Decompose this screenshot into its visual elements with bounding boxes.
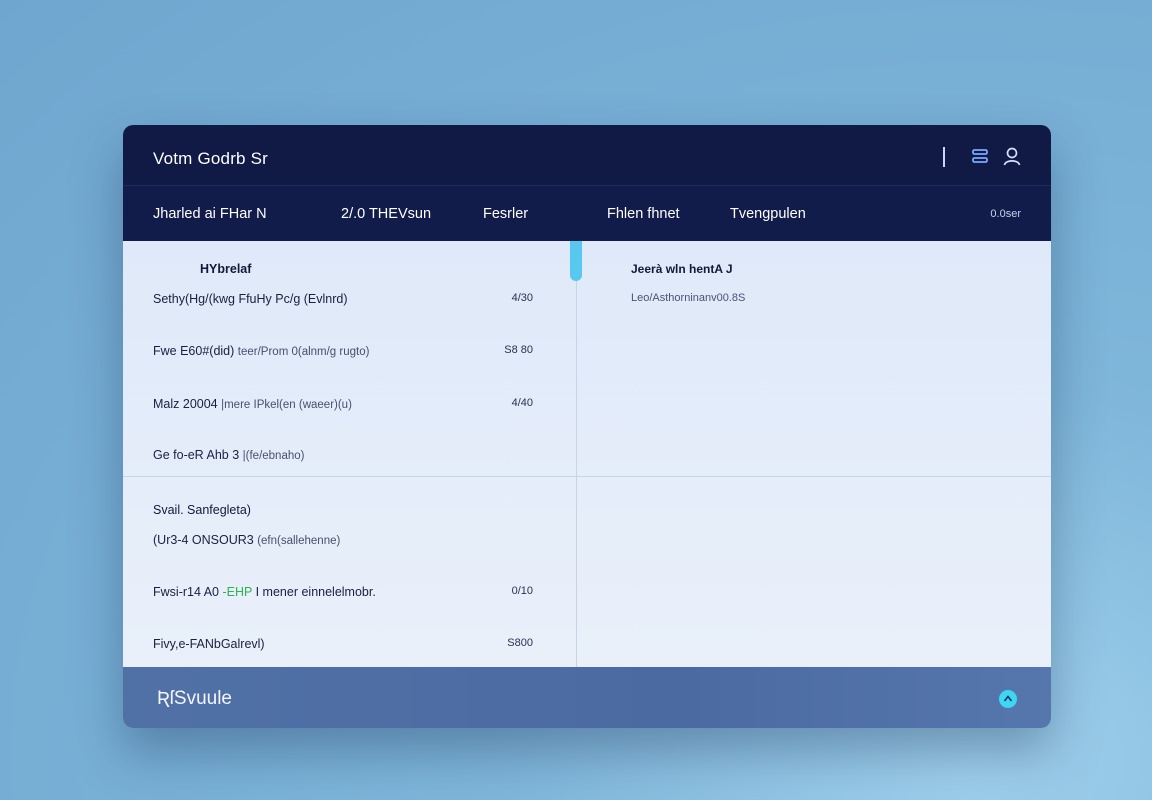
list-item[interactable]: Sethy(Hg/(kwg FfuHy Pc/g (Evlnrd) 4/30 [153,292,533,312]
list-icon[interactable] [969,145,991,167]
list-item[interactable]: Ge fo-eR Ahb 3 |(fe/ebnaho) [153,448,533,468]
nav-item-2[interactable]: 2/.0 THEVsun [341,206,431,222]
list-item-label: Ge fo-eR Ahb 3 |(fe/ebnaho) [153,448,304,462]
footer-label: ƦſSvuule [157,688,232,709]
list-item-label-main: Fwe E60#(did) [153,344,235,358]
list-item-value: 4/30 [511,292,533,304]
list-item[interactable]: Fwsi-r14 A0 -EHP I mener einnelelmobr. 0… [153,585,533,605]
list-item-label-main: (Ur3-4 ONSOUR3 [153,533,254,547]
footer-bar: ƦſSvuule [123,667,1051,728]
list-item-label: Sethy(Hg/(kwg FfuHy Pc/g (Evlnrd) [153,292,348,306]
list-item-label: Fwsi-r14 A0 -EHP I mener einnelelmobr. [153,585,376,599]
list-item-value: 4/40 [511,397,533,409]
list-item-label-detail: (efn(sallehenne) [257,535,341,547]
nav-item-1[interactable]: Jharled ai FHar N [153,206,267,222]
detail-title: Jeerà wln hentA J [631,262,733,276]
list-item-value: S8 80 [504,344,533,356]
list-item-label-main: Malz 20004 [153,397,218,411]
nav-item-4[interactable]: Fhlen fhnet [607,206,680,222]
list-item-label: (Ur3-4 ONSOUR3 (efn(sallehenne) [153,533,340,547]
panel-divider-vertical [576,241,577,667]
list-item-label-main: Fwsi-r14 A0 [153,585,219,599]
list-item[interactable]: Fwe E60#(did) teer/Prom 0(alnm/g rugto) … [153,344,533,364]
section-title-2: Svail. Sanfegleta) [153,503,251,517]
list-item-label: Fwe E60#(did) teer/Prom 0(alnm/g rugto) [153,344,369,358]
chevron-up-icon [1003,695,1013,702]
list-item-label-main: Ge fo-eR Ahb 3 [153,448,240,462]
list-item-label-detail: |(fe/ebnaho) [242,450,305,462]
content-area: HYbrelaf Sethy(Hg/(kwg FfuHy Pc/g (Evlnr… [123,241,1051,667]
chevron-up-button[interactable] [999,690,1017,708]
list-item-label-detail: teer/Prom 0(alnm/g rugto) [237,346,370,358]
app-window: Votm Godrb Sr Jharled ai FHar N 2/.0 THE… [123,125,1051,728]
detail-subtitle: Leo/Asthorninanv00.8S [631,292,746,304]
nav-date: 0.0ser [990,208,1021,220]
list-item-value: S800 [507,637,533,649]
section-title: HYbrelaf [200,262,252,276]
user-icon[interactable] [1001,145,1023,167]
list-item-label-detail: |mere IPkel(en (waeer)(u) [221,399,352,411]
nav-bar: Jharled ai FHar N 2/.0 THEVsun Fesrler F… [123,186,1051,242]
list-item-label-extra: I mener einnelelmobr. [255,585,376,599]
title-bar: Votm Godrb Sr [123,125,1051,186]
nav-item-5[interactable]: Tvengpulen [730,206,806,222]
list-item-value: 0/10 [511,585,533,597]
titlebar-divider [943,147,945,167]
nav-item-3[interactable]: Fesrler [483,206,528,222]
panel-divider-horizontal [123,476,1051,477]
list-item[interactable]: Malz 20004 |mere IPkel(en (waeer)(u) 4/4… [153,397,533,417]
list-item-label: Malz 20004 |mere IPkel(en (waeer)(u) [153,397,352,411]
app-title: Votm Godrb Sr [153,149,269,168]
list-item-label: Fivy,e-FANbGalrevl) [153,637,265,651]
status-badge: -EHP [222,585,253,599]
scrollbar-thumb[interactable] [570,241,582,281]
list-item[interactable]: Fivy,e-FANbGalrevl) S800 [153,637,533,657]
list-item[interactable]: (Ur3-4 ONSOUR3 (efn(sallehenne) [153,533,533,553]
